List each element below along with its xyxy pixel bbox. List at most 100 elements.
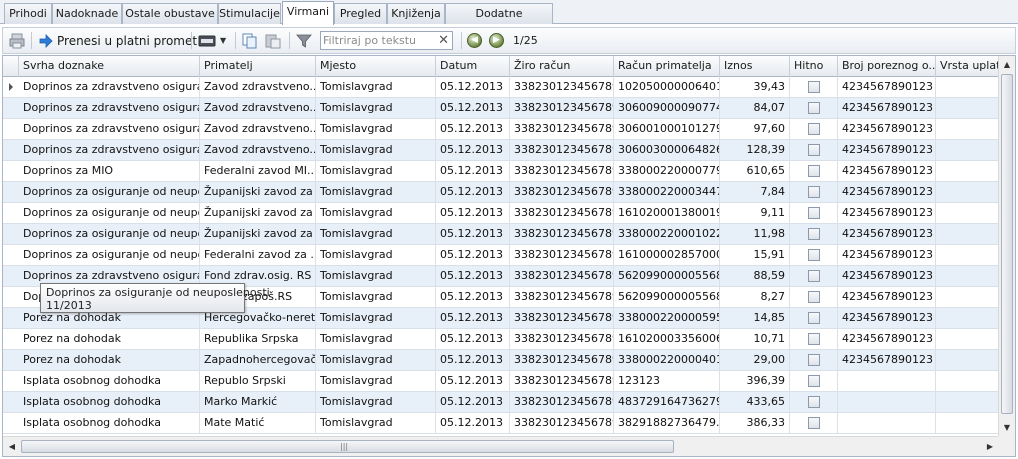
tab-prihodi[interactable]: Prihodi <box>4 3 52 24</box>
cell-vrsta[interactable] <box>936 266 999 286</box>
table-row[interactable]: Porez na dohodak Republika Srpska Tomislav… <box>3 329 999 350</box>
cell-ziro[interactable]: 3382301234567890 <box>510 392 614 412</box>
cell-vrsta[interactable] <box>936 392 999 412</box>
cell-datum[interactable]: 05.12.2013 <box>436 392 510 412</box>
cell-hitno[interactable] <box>790 140 838 160</box>
column-header-ziro-racun[interactable]: Žiro račun <box>510 56 614 77</box>
cell-porezni[interactable]: 4234567890123 <box>838 203 936 223</box>
cell-porezni[interactable]: 4234567890123 <box>838 119 936 139</box>
cell-racun[interactable]: 1610200013800191 <box>614 203 720 223</box>
cell-svrha[interactable]: Doprinos za osiguranje od neupos... <box>19 245 200 265</box>
table-row[interactable]: Doprinos za osiguranje od neupos...Feder… <box>3 245 999 266</box>
cell-primatelj[interactable]: Županijski zavod za ... <box>200 182 316 202</box>
cell-hitno[interactable] <box>790 371 838 391</box>
cell-racun[interactable]: 5620990000055687 <box>614 266 720 286</box>
cell-hitno[interactable] <box>790 329 838 349</box>
cell-porezni[interactable]: 4234567890123 <box>838 224 936 244</box>
cell-hitno[interactable] <box>790 119 838 139</box>
column-header-svrha[interactable]: Svrha doznake <box>19 56 200 77</box>
row-indicator[interactable] <box>3 182 19 202</box>
cell-primatelj[interactable]: Mate Matić <box>200 413 316 433</box>
cell-ziro[interactable]: 3382301234567890 <box>510 98 614 118</box>
column-header-datum[interactable]: Datum <box>436 56 510 77</box>
cell-vrsta[interactable] <box>936 224 999 244</box>
cell-hitno[interactable] <box>790 413 838 433</box>
urgent-checkbox[interactable] <box>808 354 820 366</box>
cell-racun[interactable]: 4837291647362796 <box>614 392 720 412</box>
cell-ziro[interactable]: 3382301234567890 <box>510 287 614 307</box>
cell-ziro[interactable]: 3382301234567890 <box>510 413 614 433</box>
cell-primatelj[interactable]: Marko Markić <box>200 392 316 412</box>
column-header-iznos[interactable]: Iznos <box>720 56 790 77</box>
urgent-checkbox[interactable] <box>808 270 820 282</box>
row-indicator[interactable] <box>3 140 19 160</box>
clear-filter-button[interactable]: ✕ <box>438 32 449 49</box>
row-indicator[interactable] <box>3 329 19 349</box>
row-indicator[interactable] <box>3 119 19 139</box>
cell-racun[interactable]: 3380002200034471 <box>614 182 720 202</box>
cell-vrsta[interactable] <box>936 245 999 265</box>
cell-datum[interactable]: 05.12.2013 <box>436 308 510 328</box>
cell-vrsta[interactable] <box>936 308 999 328</box>
cell-hitno[interactable] <box>790 161 838 181</box>
cell-primatelj[interactable]: Zavod zdravstveno... <box>200 98 316 118</box>
cell-iznos[interactable]: 15,91 <box>720 245 790 265</box>
cell-mjesto[interactable]: Tomislavgrad <box>316 203 436 223</box>
copy-button[interactable] <box>242 28 258 53</box>
cell-vrsta[interactable] <box>936 140 999 160</box>
cell-porezni[interactable]: 4234567890123 <box>838 308 936 328</box>
urgent-checkbox[interactable] <box>808 312 820 324</box>
tab-stimulacije[interactable]: Stimulacije <box>218 3 281 24</box>
cell-vrsta[interactable] <box>936 203 999 223</box>
cell-iznos[interactable]: 9,11 <box>720 203 790 223</box>
table-row[interactable]: Doprinos za osiguranje od neupos...Župan… <box>3 224 999 245</box>
cell-hitno[interactable] <box>790 287 838 307</box>
table-row[interactable]: Doprinos za zdravstveno osiguranjeZavod … <box>3 119 999 140</box>
cell-porezni[interactable]: 4234567890123 <box>838 98 936 118</box>
cell-primatelj[interactable]: Federalni zavod za ... <box>200 245 316 265</box>
cell-mjesto[interactable]: Tomislavgrad <box>316 392 436 412</box>
cell-mjesto[interactable]: Tomislavgrad <box>316 287 436 307</box>
cell-vrsta[interactable] <box>936 98 999 118</box>
horizontal-scrollbar[interactable]: ◀ ||| ▶ <box>3 436 999 456</box>
print-button[interactable] <box>9 28 25 53</box>
cell-porezni[interactable]: 4234567890123 <box>838 140 936 160</box>
tab-nadoknade[interactable]: Nadoknade <box>52 3 122 24</box>
cell-datum[interactable]: 05.12.2013 <box>436 266 510 286</box>
urgent-checkbox[interactable] <box>808 375 820 387</box>
cell-racun[interactable]: 5620990000055687 <box>614 287 720 307</box>
cell-datum[interactable]: 05.12.2013 <box>436 119 510 139</box>
cell-hitno[interactable] <box>790 98 838 118</box>
cell-ziro[interactable]: 3382301234567890 <box>510 77 614 97</box>
cell-hitno[interactable] <box>790 224 838 244</box>
cell-iznos[interactable]: 8,27 <box>720 287 790 307</box>
column-header-hitno[interactable]: Hitno <box>790 56 838 77</box>
transfer-to-payment-button[interactable]: Prenesi u platni promet <box>39 28 197 53</box>
cell-iznos[interactable]: 610,65 <box>720 161 790 181</box>
cell-hitno[interactable] <box>790 350 838 370</box>
table-row[interactable]: Isplata osobnog dohodka Republo Srpski Tom… <box>3 371 999 392</box>
cell-ziro[interactable]: 3382301234567890 <box>510 371 614 391</box>
row-indicator[interactable] <box>3 308 19 328</box>
cell-mjesto[interactable]: Tomislavgrad <box>316 266 436 286</box>
row-indicator[interactable] <box>3 371 19 391</box>
cell-svrha[interactable]: Doprinos za osiguranje od neupos... <box>19 182 200 202</box>
row-indicator[interactable] <box>3 350 19 370</box>
current-row-indicator[interactable] <box>3 77 19 97</box>
cell-hitno[interactable] <box>790 308 838 328</box>
cell-racun[interactable]: 3380002200005953 <box>614 308 720 328</box>
cell-vrsta[interactable] <box>936 371 999 391</box>
cell-iznos[interactable]: 39,43 <box>720 77 790 97</box>
cell-ziro[interactable]: 3382301234567890 <box>510 308 614 328</box>
cell-hitno[interactable] <box>790 77 838 97</box>
vertical-scroll-thumb[interactable] <box>1001 74 1013 414</box>
cell-iznos[interactable]: 88,59 <box>720 266 790 286</box>
row-indicator[interactable] <box>3 224 19 244</box>
table-row[interactable]: Doprinos za osiguranje od neupos...Župan… <box>3 182 999 203</box>
urgent-checkbox[interactable] <box>808 207 820 219</box>
cell-svrha[interactable]: Doprinos za osiguranje od neupos... <box>19 203 200 223</box>
cell-mjesto[interactable]: Tomislavgrad <box>316 245 436 265</box>
urgent-checkbox[interactable] <box>808 249 820 261</box>
cell-porezni[interactable]: 4234567890123 <box>838 350 936 370</box>
cell-ziro[interactable]: 3382301234567890 <box>510 329 614 349</box>
